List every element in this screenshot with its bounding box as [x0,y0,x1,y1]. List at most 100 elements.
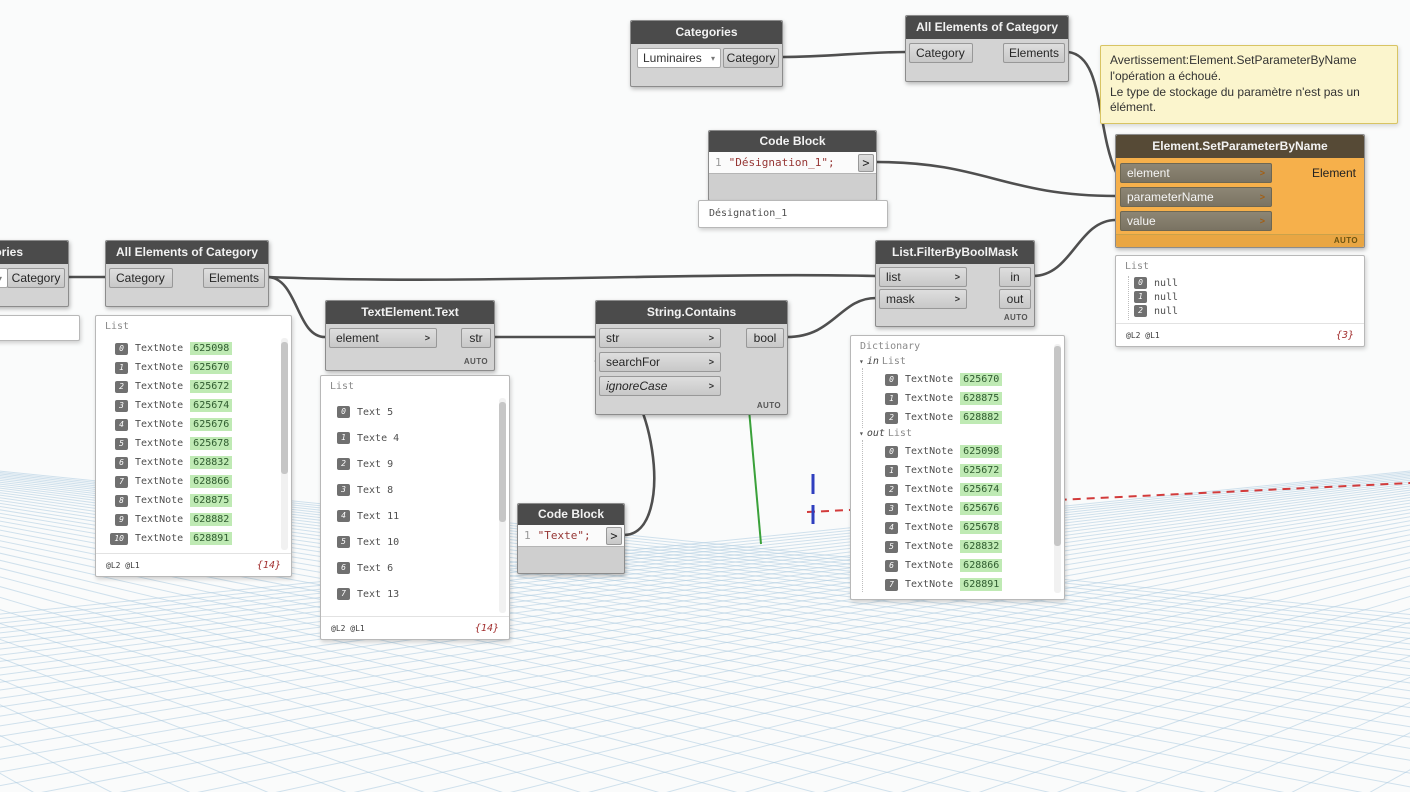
port-out-in[interactable]: in [999,267,1031,287]
list-item: 3 TextNote 625674 [106,396,273,415]
node-categories[interactable]: Categories Luminaires ▾ Category [630,20,783,87]
port-in-searchfor[interactable]: searchFor > [599,352,721,372]
wire-elements-to-filterlist[interactable] [265,273,878,281]
node-all-elements-left[interactable]: All Elements of Category Category Elemen… [105,240,269,307]
code-line[interactable]: 1 "Texte"; > [518,525,624,547]
node-title[interactable]: TextElement.Text [326,301,494,324]
node-string-contains[interactable]: String.Contains str > searchFor > ignore… [595,300,788,415]
list-item: 0 TextNote 625670 [883,370,1044,389]
port-label: parameterName [1127,190,1214,204]
port-out-code[interactable]: > [858,154,874,172]
port-arrow-icon: > [424,333,430,343]
item-index: 4 [885,521,898,534]
node-title[interactable]: Element.SetParameterByName [1116,135,1364,158]
line-number: 1 [524,529,531,542]
port-in-parametername[interactable]: parameterName > [1120,187,1272,207]
port-out-category[interactable]: Category [723,48,779,68]
collapse-icon[interactable]: ▾ [859,429,864,438]
node-filter-by-bool-mask[interactable]: List.FilterByBoolMask list > mask > in o… [875,240,1035,327]
collapse-icon[interactable]: ▾ [859,357,864,366]
wire-bool-to-mask[interactable] [785,296,878,339]
port-out-bool[interactable]: bool [746,328,784,348]
wire-in-to-value[interactable] [1031,218,1118,278]
port-out-code[interactable]: > [606,527,622,545]
port-out-out[interactable]: out [999,289,1031,309]
code-line[interactable]: 1 "Désignation_1"; > [709,152,876,174]
preview-rows: 0 null 1 null 2 null [1132,276,1350,318]
item-index: 2 [337,458,350,470]
list-item: 4 Text 11 [335,503,491,529]
item-index: 0 [337,406,350,418]
dictionary-group-in: ▾ in List [859,356,906,367]
preview-code-block[interactable]: Désignation_1 [698,200,888,228]
scrollbar-thumb[interactable] [281,342,288,474]
scrollbar-thumb[interactable] [499,402,506,522]
node-title[interactable]: String.Contains [596,301,787,324]
port-in-mask[interactable]: mask > [879,289,967,309]
node-all-elements-top[interactable]: All Elements of Category Category Elemen… [905,15,1069,82]
scrollbar[interactable] [281,338,288,550]
node-title[interactable]: Code Block [518,504,624,525]
item-index: 7 [337,588,350,600]
node-categories-partial[interactable]: Categories Luminaires ▾ Category [0,240,69,307]
node-title[interactable]: All Elements of Category [106,241,268,264]
list-item: 0 null [1132,276,1350,290]
group-type: List [881,356,906,367]
port-out-elements[interactable]: Elements [203,268,265,288]
port-in-category[interactable]: Category [109,268,173,288]
node-title[interactable]: Categories [631,21,782,44]
item-index: 5 [115,437,128,450]
node-text-element-text[interactable]: TextElement.Text element > str AUTO [325,300,495,371]
node-title[interactable]: Categories [0,241,68,264]
preview-set-param[interactable]: List 0 null 1 null 2 null @L2 @L1 {3} [1115,255,1365,347]
port-out-elements[interactable]: Elements [1003,43,1065,63]
item-id: 628882 [190,513,233,526]
scrollbar[interactable] [1054,344,1061,593]
port-in-str[interactable]: str > [599,328,721,348]
port-arrow-icon: > [1259,192,1265,202]
port-in-category[interactable]: Category [909,43,973,63]
item-id: 625672 [960,464,1003,477]
preview-dictionary[interactable]: Dictionary ▾ in List 0 TextNote 625670 1… [850,335,1065,600]
port-label: element [1127,166,1170,180]
node-title[interactable]: All Elements of Category [906,16,1068,39]
preview-left-list[interactable]: List 0 TextNote 625098 1 TextNote 625670… [95,315,292,577]
node-code-block-top[interactable]: Code Block 1 "Désignation_1"; > [708,130,877,201]
port-in-ignorecase[interactable]: ignoreCase > [599,376,721,396]
node-title[interactable]: List.FilterByBoolMask [876,241,1034,264]
item-index: 2 [885,483,898,496]
port-in-value[interactable]: value > [1120,211,1272,231]
list-item: 2 null [1132,304,1350,318]
category-dropdown[interactable]: Luminaires ▾ [637,48,721,68]
item-value: TextNote [135,343,184,354]
list-item: 6 TextNote 628866 [883,556,1044,575]
code-text[interactable]: "Texte"; [538,529,591,542]
item-id: 625674 [960,483,1003,496]
node-code-block-bottom[interactable]: Code Block 1 "Texte"; > [517,503,625,574]
node-set-parameter-by-name[interactable]: Element.SetParameterByName element > par… [1115,134,1365,248]
item-value: TextNote [905,541,954,552]
warning-text-2: Le type de stockage du paramètre n'est p… [1110,84,1360,115]
port-out-category[interactable]: Category [7,268,65,288]
item-value: Text 10 [357,536,400,548]
wire-codeblock-to-parametername[interactable] [875,160,1118,198]
node-title[interactable]: Code Block [709,131,876,152]
warning-text-1: Avertissement:Element.SetParameterByName… [1110,53,1357,83]
port-in-element[interactable]: element > [1120,163,1272,183]
scrollbar-thumb[interactable] [1054,346,1061,546]
scrollbar[interactable] [499,398,506,613]
preview-text-list[interactable]: List 0 Text 5 1 Texte 4 2 Text 9 3 Text … [320,375,510,640]
code-text[interactable]: "Désignation_1"; [729,156,835,169]
port-out-str[interactable]: str [461,328,491,348]
port-in-list[interactable]: list > [879,267,967,287]
port-in-element[interactable]: element > [329,328,437,348]
item-value: TextNote [905,503,954,514]
item-index: 1 [1134,291,1147,303]
port-out-element[interactable]: Element [1312,166,1356,180]
wire-categories-to-allelements[interactable] [781,50,908,59]
list-item: 0 Text 5 [335,399,491,425]
port-label: list [886,270,901,284]
list-item: 3 Text 8 [335,477,491,503]
dropdown-value: Luminaires [643,51,702,65]
preview-bubble-partial[interactable] [0,315,80,341]
